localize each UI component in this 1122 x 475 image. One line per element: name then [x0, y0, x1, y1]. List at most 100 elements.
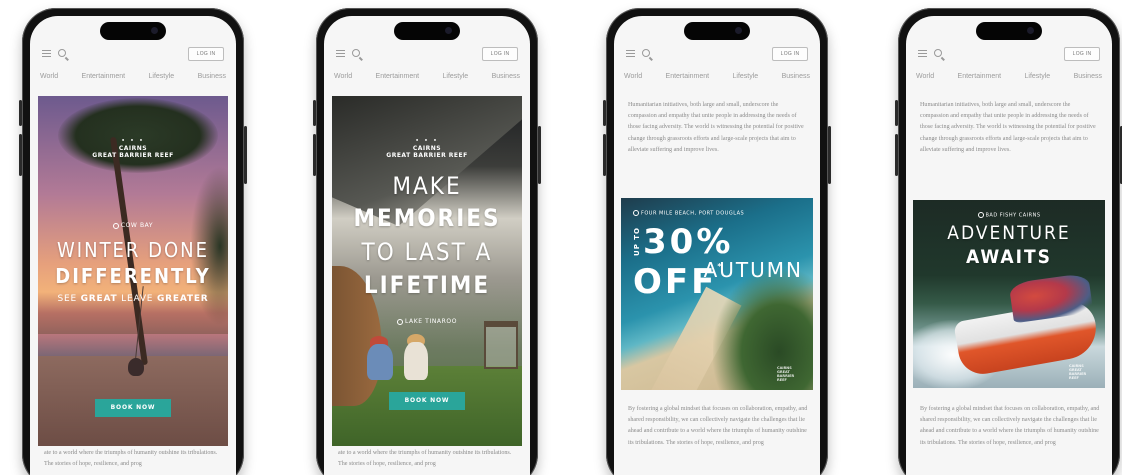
site-header: LOG IN: [906, 46, 1112, 64]
login-button[interactable]: LOG IN: [772, 47, 808, 61]
ad-adventure-awaits[interactable]: BAD FISHY CAIRNS ADVENTURE AWAITS CAIRNS…: [913, 200, 1105, 388]
phone-screen: LOG IN World Entertainment Lifestyle Bus…: [324, 16, 530, 475]
showcase-stage: LOG IN World Entertainment Lifestyle Bus…: [0, 0, 1122, 475]
category-nav: World Entertainment Lifestyle Business: [614, 73, 820, 87]
book-now-button[interactable]: BOOK NOW: [389, 392, 465, 410]
category-nav: World Entertainment Lifestyle Business: [324, 73, 530, 87]
headline-line-2: DIFFERENTLY: [55, 264, 211, 288]
hamburger-menu-icon[interactable]: [918, 50, 927, 57]
brand-logo: CAIRNS GREAT BARRIER REEF: [1069, 364, 1087, 380]
location-label: BAD FISHY CAIRNS: [913, 212, 1105, 219]
location-pin-icon: [633, 210, 639, 216]
dynamic-island: [684, 22, 750, 40]
ad-make-memories[interactable]: • • • CAIRNS GREAT BARRIER REEF MAKE MEM…: [332, 96, 522, 446]
hamburger-menu-icon[interactable]: [626, 50, 635, 57]
article-paragraph-bottom: By fostering a global mindset that focus…: [920, 406, 1100, 446]
search-icon[interactable]: [642, 49, 650, 57]
nav-item-lifestyle[interactable]: Lifestyle: [443, 73, 469, 87]
power-button: [828, 126, 831, 184]
person-on-swing: [128, 358, 144, 376]
volume-down-button: [603, 134, 606, 176]
nav-item-entertainment[interactable]: Entertainment: [666, 73, 710, 87]
article-paragraph-bottom: By fostering a global mindset that focus…: [628, 406, 808, 446]
nav-item-lifestyle[interactable]: Lifestyle: [149, 73, 175, 87]
volume-down-button: [895, 134, 898, 176]
nav-item-world[interactable]: World: [916, 73, 934, 87]
camera-icon: [151, 27, 158, 34]
headline-line-2: AWAITS: [966, 246, 1052, 268]
camp-chair: [484, 321, 518, 369]
hamburger-menu-icon[interactable]: [42, 50, 51, 57]
category-nav: World Entertainment Lifestyle Business: [906, 73, 1112, 87]
phone-mockup-1: LOG IN World Entertainment Lifestyle Bus…: [19, 8, 247, 475]
power-button: [244, 126, 247, 184]
nav-item-business[interactable]: Business: [492, 73, 520, 87]
nav-item-lifestyle[interactable]: Lifestyle: [1025, 73, 1051, 87]
location-label: FOUR MILE BEACH, PORT DOUGLAS: [633, 210, 813, 217]
brand-logo: • • • CAIRNS GREAT BARRIER REEF: [386, 138, 468, 159]
volume-up-button: [313, 100, 316, 126]
category-nav: World Entertainment Lifestyle Business: [30, 73, 236, 87]
volume-down-button: [19, 134, 22, 176]
location-label: COW BAY: [38, 222, 228, 229]
location-pin-icon: [977, 212, 984, 218]
article-paragraph-top: Humanitarian initiatives, both large and…: [920, 102, 1096, 153]
dynamic-island: [100, 22, 166, 40]
tagline: SEE GREAT LEAVE GREATER: [57, 294, 209, 304]
headline-line-1: MAKE: [392, 172, 462, 200]
nav-item-entertainment[interactable]: Entertainment: [958, 73, 1002, 87]
site-header: LOG IN: [324, 46, 530, 64]
nav-item-world[interactable]: World: [334, 73, 352, 87]
child-left: [367, 344, 393, 380]
power-button: [538, 126, 541, 184]
headline-line-2: MEMORIES: [353, 204, 501, 232]
hamburger-menu-icon[interactable]: [336, 50, 345, 57]
camera-icon: [735, 27, 742, 34]
book-now-button[interactable]: BOOK NOW: [95, 399, 171, 417]
ad-winter-done-differently[interactable]: • • • CAIRNS GREAT BARRIER REEF COW BAY …: [38, 96, 228, 446]
dynamic-island: [394, 22, 460, 40]
phone-mockup-2: LOG IN World Entertainment Lifestyle Bus…: [313, 8, 541, 475]
phone-screen: LOG IN World Entertainment Lifestyle Bus…: [906, 16, 1112, 475]
phone-mockup-4: LOG IN World Entertainment Lifestyle Bus…: [895, 8, 1122, 475]
camera-icon: [1027, 27, 1034, 34]
volume-up-button: [603, 100, 606, 126]
volume-up-button: [19, 100, 22, 126]
headline-line-4: LIFETIME: [363, 271, 491, 299]
palm-fronds: [58, 98, 218, 173]
nav-item-business[interactable]: Business: [1074, 73, 1102, 87]
login-button[interactable]: LOG IN: [188, 47, 224, 61]
search-icon[interactable]: [352, 49, 360, 57]
location-label: LAKE TINAROO: [332, 318, 522, 325]
nav-item-world[interactable]: World: [40, 73, 58, 87]
phone-screen: LOG IN World Entertainment Lifestyle Bus…: [30, 16, 236, 475]
nav-item-entertainment[interactable]: Entertainment: [376, 73, 420, 87]
brand-logo: CAIRNS GREAT BARRIER REEF: [777, 366, 795, 382]
ad-30-off-autumn[interactable]: FOUR MILE BEACH, PORT DOUGLAS UP TO30% O…: [621, 198, 813, 390]
nav-item-business[interactable]: Business: [782, 73, 810, 87]
headline-line-3: TO LAST A: [361, 238, 493, 266]
login-button[interactable]: LOG IN: [1064, 47, 1100, 61]
nav-item-world[interactable]: World: [624, 73, 642, 87]
season-label: AUTUMN: [703, 258, 803, 282]
location-pin-icon: [112, 222, 119, 229]
site-header: LOG IN: [30, 46, 236, 64]
phone-screen: LOG IN World Entertainment Lifestyle Bus…: [614, 16, 820, 475]
login-button[interactable]: LOG IN: [482, 47, 518, 61]
phone-mockup-3: LOG IN World Entertainment Lifestyle Bus…: [603, 8, 831, 475]
headline-line-1: ADVENTURE: [947, 222, 1071, 244]
headline-line-1: WINTER DONE: [57, 238, 209, 262]
nav-item-lifestyle[interactable]: Lifestyle: [733, 73, 759, 87]
nav-item-business[interactable]: Business: [198, 73, 226, 87]
volume-down-button: [313, 134, 316, 176]
article-paragraph-top: Humanitarian initiatives, both large and…: [628, 102, 804, 153]
child-right: [404, 342, 428, 380]
brand-logo: • • • CAIRNS GREAT BARRIER REEF: [92, 138, 174, 159]
search-icon[interactable]: [58, 49, 66, 57]
article-text: ate to a world where the triumphs of hum…: [338, 450, 512, 468]
search-icon[interactable]: [934, 49, 942, 57]
volume-up-button: [895, 100, 898, 126]
site-header: LOG IN: [614, 46, 820, 64]
location-pin-icon: [396, 318, 403, 325]
nav-item-entertainment[interactable]: Entertainment: [82, 73, 126, 87]
